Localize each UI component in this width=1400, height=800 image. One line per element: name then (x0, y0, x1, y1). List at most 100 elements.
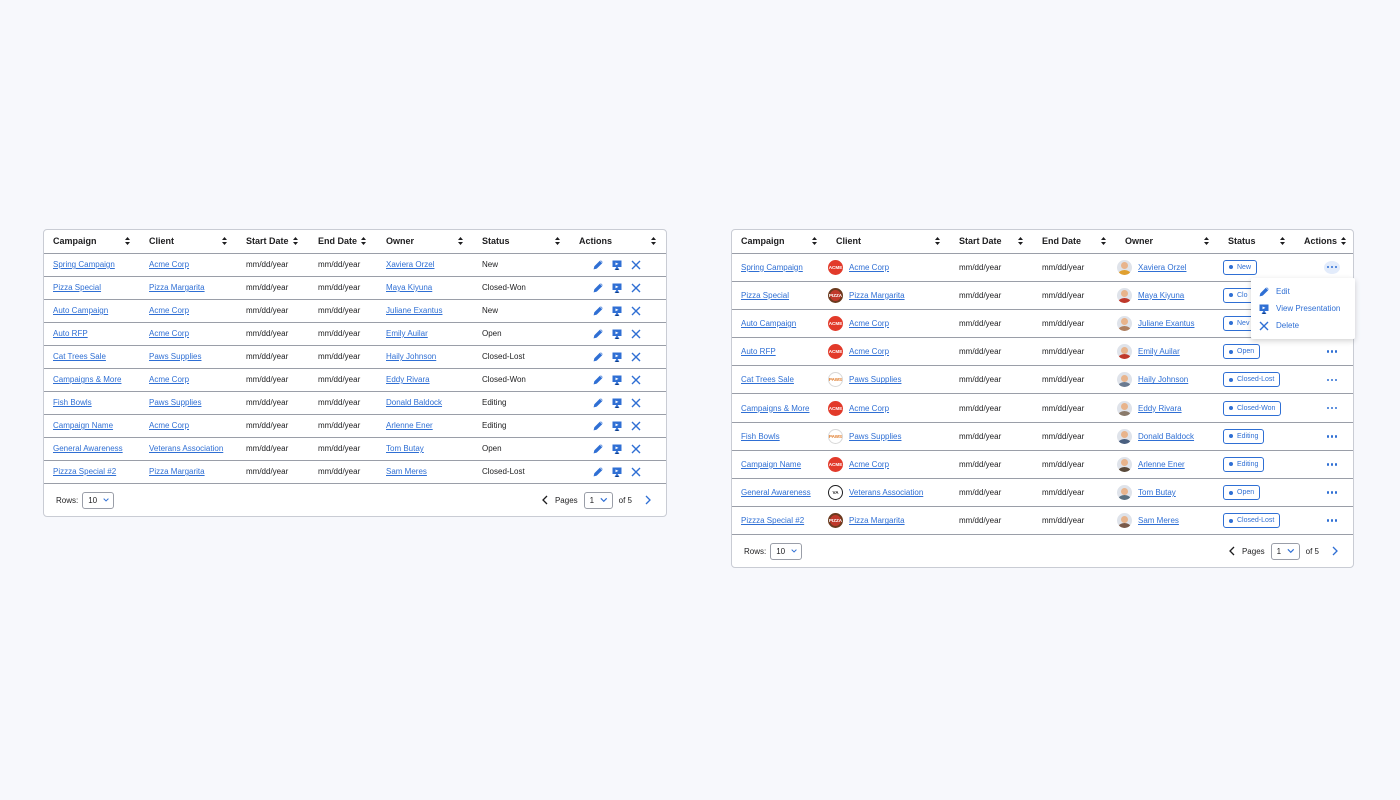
rows-select[interactable]: 10 (770, 542, 803, 560)
column-header-client[interactable]: Client (827, 230, 950, 254)
pencil-icon[interactable] (593, 466, 603, 477)
owner-link[interactable]: Donald Baldock (1138, 432, 1194, 441)
client-link[interactable]: Acme Corp (149, 375, 189, 384)
pencil-icon[interactable] (593, 397, 603, 408)
column-header-owner[interactable]: Owner (1116, 230, 1219, 254)
campaign-link[interactable]: Pizza Special (53, 283, 101, 292)
presentation-icon[interactable] (612, 398, 622, 408)
column-header-campaign[interactable]: Campaign (44, 230, 140, 254)
campaign-link[interactable]: Auto Campaign (741, 319, 796, 328)
pencil-icon[interactable] (593, 351, 603, 362)
pencil-icon[interactable] (593, 443, 603, 454)
column-header-end-date[interactable]: End Date (309, 230, 377, 254)
more-actions-icon[interactable] (1324, 402, 1340, 415)
campaign-link[interactable]: Spring Campaign (741, 263, 803, 272)
client-link[interactable]: Acme Corp (149, 329, 189, 338)
close-icon[interactable] (631, 375, 641, 385)
menu-item-delete[interactable]: Delete (1251, 317, 1355, 334)
column-header-status[interactable]: Status (1219, 230, 1295, 254)
owner-link[interactable]: Juliane Exantus (1138, 319, 1194, 328)
owner-link[interactable]: Xaviera Orzel (1138, 263, 1186, 272)
owner-link[interactable]: Sam Meres (1138, 516, 1179, 525)
client-link[interactable]: Acme Corp (149, 306, 189, 315)
column-header-status[interactable]: Status (473, 230, 570, 254)
owner-link[interactable]: Tom Butay (386, 444, 424, 453)
campaign-link[interactable]: Campaign Name (53, 421, 113, 430)
presentation-icon[interactable] (612, 352, 622, 362)
client-link[interactable]: Acme Corp (849, 263, 889, 272)
column-header-start-date[interactable]: Start Date (237, 230, 309, 254)
sort-icon[interactable] (1204, 237, 1209, 246)
owner-link[interactable]: Juliane Exantus (386, 306, 442, 315)
pencil-icon[interactable] (593, 305, 603, 316)
more-actions-icon[interactable] (1324, 486, 1340, 499)
column-header-campaign[interactable]: Campaign (732, 230, 827, 254)
campaign-link[interactable]: Campaigns & More (53, 375, 121, 384)
campaign-link[interactable]: Fish Bowls (53, 398, 92, 407)
owner-link[interactable]: Eddy Rivara (1138, 404, 1182, 413)
next-page-icon[interactable] (644, 495, 652, 505)
more-actions-icon[interactable] (1324, 514, 1340, 527)
pencil-icon[interactable] (593, 374, 603, 385)
campaign-link[interactable]: General Awareness (53, 444, 123, 453)
more-actions-icon[interactable] (1324, 430, 1340, 443)
presentation-icon[interactable] (612, 329, 622, 339)
column-header-owner[interactable]: Owner (377, 230, 473, 254)
prev-page-icon[interactable] (1228, 546, 1236, 556)
close-icon[interactable] (631, 444, 641, 454)
owner-link[interactable]: Haily Johnson (1138, 375, 1188, 384)
presentation-icon[interactable] (612, 421, 622, 431)
column-header-actions[interactable]: Actions (570, 230, 666, 254)
sort-icon[interactable] (1280, 237, 1285, 246)
campaign-link[interactable]: Fish Bowls (741, 432, 780, 441)
campaign-link[interactable]: Spring Campaign (53, 260, 115, 269)
sort-icon[interactable] (222, 237, 227, 246)
owner-link[interactable]: Maya Kiyuna (386, 283, 432, 292)
campaign-link[interactable]: Auto Campaign (53, 306, 108, 315)
client-link[interactable]: Acme Corp (849, 347, 889, 356)
pencil-icon[interactable] (593, 420, 603, 431)
more-actions-icon[interactable] (1324, 373, 1340, 386)
client-link[interactable]: Paws Supplies (849, 375, 901, 384)
pencil-icon[interactable] (593, 282, 603, 293)
close-icon[interactable] (631, 306, 641, 316)
close-icon[interactable] (631, 352, 641, 362)
owner-link[interactable]: Tom Butay (1138, 488, 1176, 497)
campaign-link[interactable]: Pizzza Special #2 (741, 516, 804, 525)
close-icon[interactable] (631, 398, 641, 408)
campaign-link[interactable]: Cat Trees Sale (53, 352, 106, 361)
owner-link[interactable]: Emily Auilar (1138, 347, 1180, 356)
owner-link[interactable]: Eddy Rivara (386, 375, 430, 384)
campaign-link[interactable]: Pizzza Special #2 (53, 467, 116, 476)
pencil-icon[interactable] (593, 328, 603, 339)
campaign-link[interactable]: Pizza Special (741, 291, 789, 300)
client-link[interactable]: Acme Corp (149, 421, 189, 430)
campaign-link[interactable]: General Awareness (741, 488, 811, 497)
sort-icon[interactable] (125, 237, 130, 246)
owner-link[interactable]: Arlenne Ener (386, 421, 433, 430)
sort-icon[interactable] (555, 237, 560, 246)
client-link[interactable]: Acme Corp (849, 404, 889, 413)
owner-link[interactable]: Haily Johnson (386, 352, 436, 361)
close-icon[interactable] (631, 260, 641, 270)
presentation-icon[interactable] (612, 283, 622, 293)
client-link[interactable]: Pizza Margarita (149, 467, 205, 476)
owner-link[interactable]: Donald Baldock (386, 398, 442, 407)
prev-page-icon[interactable] (541, 495, 549, 505)
close-icon[interactable] (631, 283, 641, 293)
client-link[interactable]: Veterans Association (849, 488, 923, 497)
close-icon[interactable] (631, 467, 641, 477)
column-header-client[interactable]: Client (140, 230, 237, 254)
close-icon[interactable] (631, 329, 641, 339)
column-header-actions[interactable]: Actions (1295, 230, 1353, 254)
sort-icon[interactable] (651, 237, 656, 246)
client-link[interactable]: Paws Supplies (849, 432, 901, 441)
campaign-link[interactable]: Auto RFP (741, 347, 776, 356)
next-page-icon[interactable] (1331, 546, 1339, 556)
sort-icon[interactable] (812, 237, 817, 246)
sort-icon[interactable] (935, 237, 940, 246)
owner-link[interactable]: Arlenne Ener (1138, 460, 1185, 469)
owner-link[interactable]: Sam Meres (386, 467, 427, 476)
client-link[interactable]: Paws Supplies (149, 398, 201, 407)
menu-item-edit[interactable]: Edit (1251, 283, 1355, 300)
